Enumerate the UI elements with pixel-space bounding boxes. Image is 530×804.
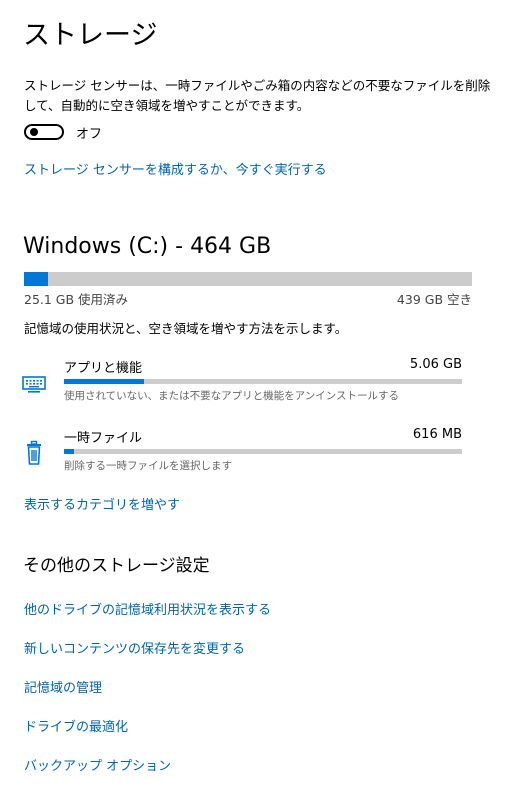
manage-storage-spaces-link[interactable]: 記憶域の管理 [24, 677, 102, 696]
category-usage-bar [64, 379, 462, 384]
storage-sense-toggle-label: オフ [76, 126, 103, 142]
category-description: 削除する一時ファイルを選択します [64, 460, 232, 472]
storage-sense-toggle[interactable] [24, 124, 64, 140]
category-size: 616 MB [412, 427, 462, 442]
other-storage-settings-heading: その他のストレージ設定 [23, 556, 210, 576]
drive-free-label: 439 GB 空き [396, 292, 472, 307]
configure-storage-sense-link[interactable]: ストレージ センサーを構成するか、今すぐ実行する [24, 159, 327, 178]
category-usage-bar [64, 449, 462, 454]
change-save-location-link[interactable]: 新しいコンテンツの保存先を変更する [24, 638, 245, 657]
view-other-drives-usage-link[interactable]: 他のドライブの記憶域利用状況を表示する [24, 599, 271, 618]
trash-icon [20, 439, 48, 467]
drive-usage-bar [24, 272, 472, 286]
storage-sense-description: ストレージ センサーは、一時ファイルやごみ箱の内容などの不要なファイルを削除して… [24, 78, 491, 113]
usage-description: 記憶域の使用状況と、空き領域を増やす方法を示します。 [24, 321, 348, 336]
storage-sense-toggle-row: オフ [24, 122, 102, 142]
backup-options-link[interactable]: バックアップ オプション [24, 755, 171, 774]
category-temporary-files[interactable]: 一時ファイル 616 MB 削除する一時ファイルを選択します [20, 427, 464, 487]
show-more-categories-link[interactable]: 表示するカテゴリを増やす [24, 494, 180, 513]
category-description: 使用されていない、または不要なアプリと機能をアンインストールする [64, 390, 400, 402]
drive-used-label: 25.1 GB 使用済み [24, 292, 129, 307]
category-name: アプリと機能 [64, 361, 143, 376]
optimize-drives-link[interactable]: ドライブの最適化 [24, 716, 128, 735]
toggle-knob [30, 128, 38, 136]
category-apps-and-features[interactable]: アプリと機能 5.06 GB 使用されていない、または不要なアプリと機能をアンイ… [20, 357, 464, 417]
page-title: ストレージ [23, 20, 158, 51]
drive-title: Windows (C:) - 464 GB [23, 234, 272, 259]
keyboard-icon [20, 369, 48, 397]
category-usage-bar-fill [64, 449, 74, 454]
category-usage-bar-fill [64, 379, 144, 384]
category-name: 一時ファイル [64, 431, 143, 446]
drive-usage-bar-fill [24, 272, 49, 286]
category-size: 5.06 GB [409, 357, 462, 372]
